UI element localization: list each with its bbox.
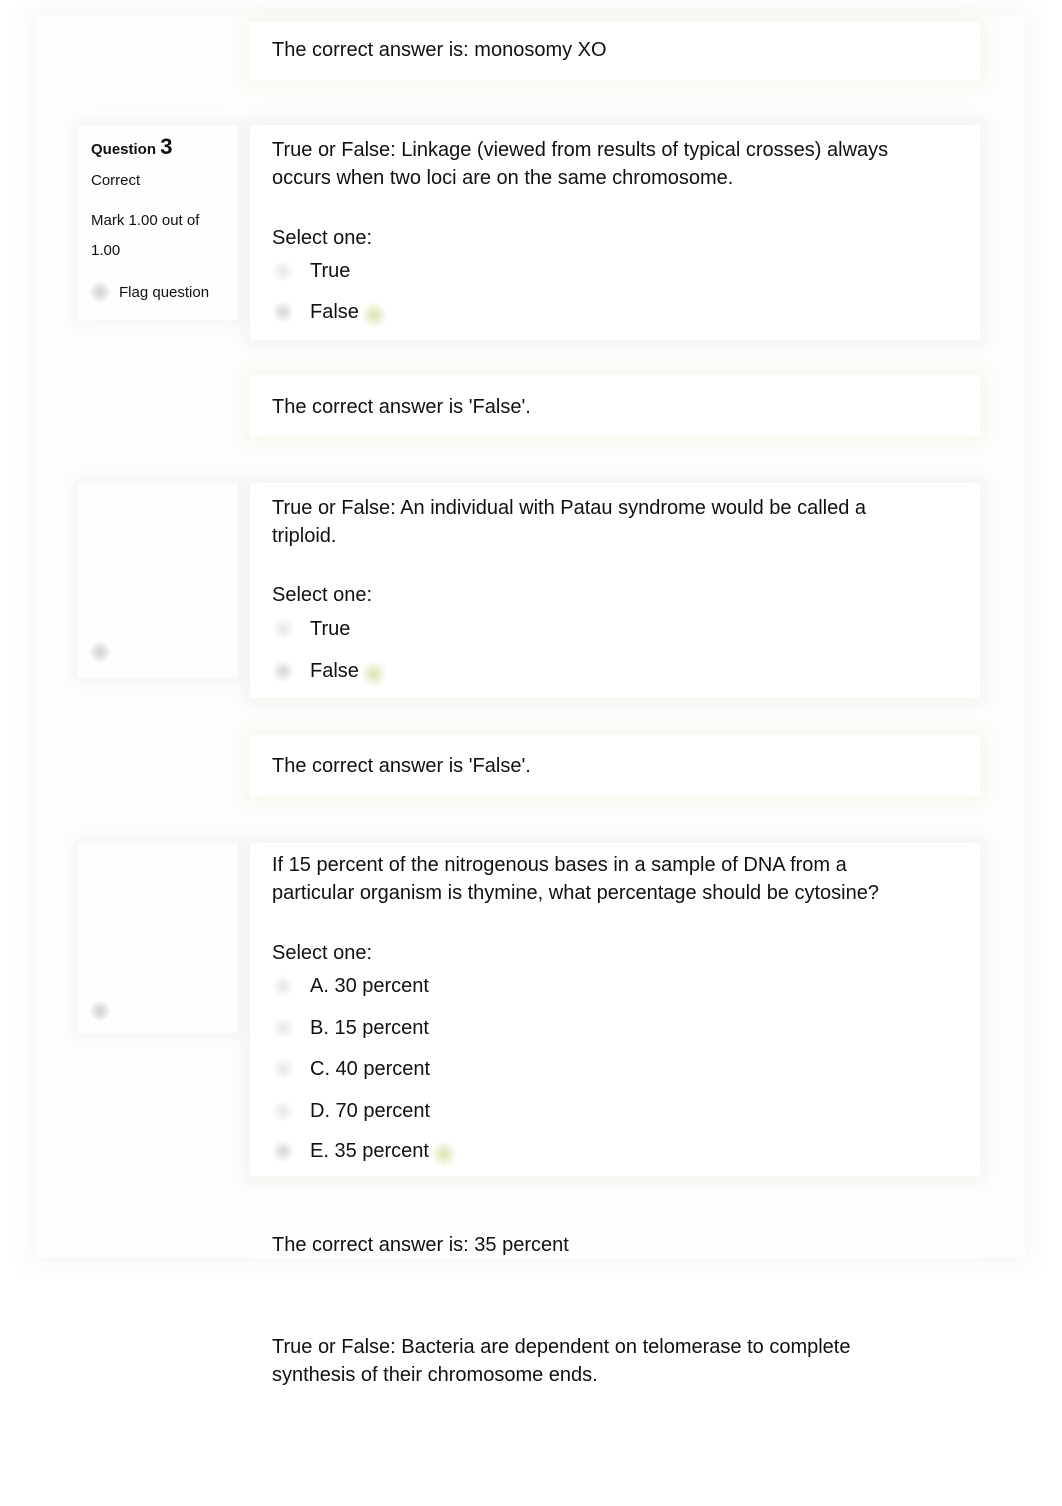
q3-heading: Question 3 — [91, 134, 172, 160]
q3-flag-label[interactable]: Flag question — [119, 284, 209, 301]
q3-mark-line1: Mark 1.00 out of — [91, 212, 200, 229]
q3-option-true-label[interactable]: True — [310, 257, 350, 285]
q3-option-false[interactable]: False — [272, 297, 387, 328]
q5-option-a-label[interactable]: A. 30 percent — [310, 972, 429, 1000]
radio-button[interactable] — [272, 1058, 294, 1080]
q3-text-line1: True or False: Linkage (viewed from resu… — [272, 139, 889, 161]
q4-option-true[interactable]: True — [272, 614, 350, 644]
radio-button[interactable] — [272, 1017, 294, 1039]
q6-text-line2: synthesis of their chromosome ends. — [272, 1364, 598, 1386]
flag-icon[interactable] — [90, 642, 110, 662]
q5-question-text: If 15 percent of the nitrogenous bases i… — [272, 851, 952, 907]
q3-option-true[interactable]: True — [272, 256, 350, 286]
q5-option-e[interactable]: E. 35 percent — [272, 1136, 457, 1167]
q5-option-b[interactable]: B. 15 percent — [272, 1013, 429, 1043]
correct-check-icon — [360, 302, 387, 328]
q5-option-d[interactable]: D. 70 percent — [272, 1096, 430, 1126]
radio-button-selected[interactable] — [272, 301, 294, 323]
q6-question-text: True or False: Bacteria are dependent on… — [272, 1333, 952, 1389]
q5-option-c[interactable]: C. 40 percent — [272, 1054, 430, 1084]
radio-button[interactable] — [272, 975, 294, 997]
correct-check-icon — [430, 1141, 457, 1167]
radio-button[interactable] — [272, 1100, 294, 1122]
q4-feedback-text: The correct answer is 'False'. — [272, 755, 531, 777]
q3-feedback-text: The correct answer is 'False'. — [272, 396, 531, 418]
q5-option-a[interactable]: A. 30 percent — [272, 971, 429, 1001]
correct-check-icon — [360, 661, 387, 687]
q5-option-e-label[interactable]: E. 35 percent — [310, 1137, 429, 1165]
q6-text-line1: True or False: Bacteria are dependent on… — [272, 1336, 851, 1358]
q5-text-line2: particular organism is thymine, what per… — [272, 882, 879, 904]
q3-heading-label: Question — [91, 141, 157, 158]
q3-question-text: True or False: Linkage (viewed from resu… — [272, 136, 952, 192]
q3-text-line2: occurs when two loci are on the same chr… — [272, 167, 734, 189]
q3-state: Correct — [91, 172, 141, 189]
q3-number: 3 — [160, 134, 173, 159]
flag-icon[interactable] — [90, 1001, 110, 1021]
radio-button[interactable] — [272, 260, 294, 282]
q4-text-line2: triploid. — [272, 525, 337, 547]
q5-option-b-label[interactable]: B. 15 percent — [310, 1014, 429, 1042]
q4-option-false[interactable]: False — [272, 656, 387, 687]
q4-option-false-label[interactable]: False — [310, 657, 359, 685]
q5-select-prompt: Select one: — [272, 942, 373, 964]
radio-button-selected[interactable] — [272, 660, 294, 682]
q4-select-prompt: Select one: — [272, 584, 373, 606]
q5-feedback-text: The correct answer is: 35 percent — [272, 1234, 569, 1256]
q5-option-d-label[interactable]: D. 70 percent — [310, 1097, 430, 1125]
q5-option-c-label[interactable]: C. 40 percent — [310, 1055, 430, 1083]
q4-flag-question[interactable] — [90, 642, 119, 662]
q2-feedback-text: The correct answer is: monosomy XO — [272, 39, 607, 61]
q5-text-line1: If 15 percent of the nitrogenous bases i… — [272, 854, 847, 876]
q4-option-true-label[interactable]: True — [310, 615, 350, 643]
q3-flag-question[interactable]: Flag question — [90, 282, 209, 302]
radio-button-selected[interactable] — [272, 1140, 294, 1162]
flag-icon[interactable] — [90, 282, 110, 302]
q3-select-prompt: Select one: — [272, 227, 373, 249]
q3-mark-line2: 1.00 — [91, 242, 121, 259]
q4-text-line1: True or False: An individual with Patau … — [272, 497, 867, 519]
radio-button[interactable] — [272, 618, 294, 640]
q4-question-text: True or False: An individual with Patau … — [272, 494, 952, 550]
q5-flag-question[interactable] — [90, 1001, 119, 1021]
q3-option-false-label[interactable]: False — [310, 298, 359, 326]
